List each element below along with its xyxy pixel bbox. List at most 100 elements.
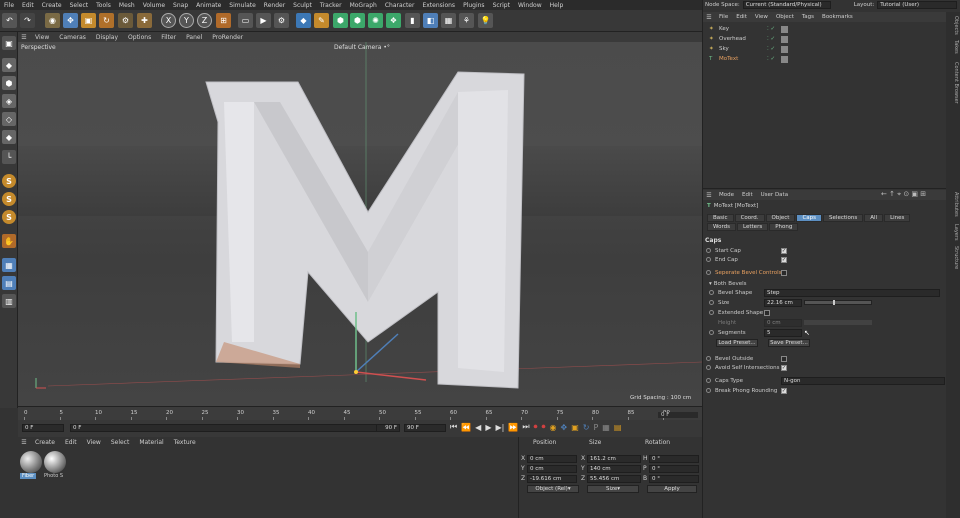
deformer-icon[interactable]: ✺ bbox=[368, 13, 383, 28]
polygons-mode-icon[interactable]: ◆ bbox=[2, 130, 16, 144]
side-tab-layers[interactable]: Layers bbox=[953, 224, 959, 241]
menu-help[interactable]: Help bbox=[546, 2, 568, 9]
rotate-key-icon[interactable]: ↻ bbox=[583, 423, 590, 432]
side-tab-content-browser[interactable]: Content Browser bbox=[953, 62, 959, 104]
material-menu-create[interactable]: Create bbox=[30, 439, 60, 446]
tab-caps[interactable]: Caps bbox=[796, 214, 823, 222]
viewport-menu-cameras[interactable]: Cameras bbox=[54, 34, 91, 41]
snap-s-icon-1[interactable]: S bbox=[2, 174, 16, 188]
scene-icon[interactable]: ▮ bbox=[405, 13, 420, 28]
size-input[interactable]: 161.2 cm bbox=[587, 455, 641, 463]
render-picture-viewer-icon[interactable]: ▶ bbox=[256, 13, 271, 28]
keyframe-icon[interactable]: ◉ bbox=[550, 423, 557, 432]
attribute-menu-mode[interactable]: Mode bbox=[715, 192, 738, 198]
menu-mograph[interactable]: MoGraph bbox=[346, 2, 381, 9]
next-key-icon[interactable]: ⏩ bbox=[508, 423, 518, 432]
menu-extensions[interactable]: Extensions bbox=[418, 2, 459, 9]
object-row-key[interactable]: ✶ Key ⁚ ✓ bbox=[703, 24, 947, 34]
object-menu-view[interactable]: View bbox=[751, 14, 772, 20]
side-tab-takes[interactable]: Takes bbox=[953, 40, 959, 54]
viewport-menu-icon[interactable]: ☰ bbox=[18, 34, 30, 41]
caps-type-select[interactable]: N-gon bbox=[781, 376, 945, 385]
menu-create[interactable]: Create bbox=[38, 2, 66, 9]
record-icon[interactable]: ⏺ bbox=[534, 422, 538, 432]
next-frame-icon[interactable]: ▶| bbox=[495, 423, 504, 432]
select-tool-icon[interactable]: ◉ bbox=[45, 13, 60, 28]
snap-s-icon-3[interactable]: S bbox=[2, 210, 16, 224]
render-view-icon[interactable]: ▭ bbox=[238, 13, 253, 28]
attribute-nav-icons[interactable]: ← ↑ ⌖ ⊙ ▣ ⊞ bbox=[881, 190, 926, 199]
z-axis-lock[interactable]: Z bbox=[197, 13, 212, 28]
menu-sculpt[interactable]: Sculpt bbox=[289, 2, 316, 9]
rotation-input[interactable]: 0 ° bbox=[649, 455, 699, 463]
break-phong-checkbox[interactable]: ✓ bbox=[781, 387, 787, 394]
load-preset-button[interactable]: Load Preset... bbox=[716, 339, 758, 347]
subdivision-icon[interactable]: ⬢ bbox=[333, 13, 348, 28]
mograph-icon[interactable]: ❖ bbox=[386, 13, 401, 28]
visibility-toggle[interactable]: ⁚ ✓ bbox=[767, 56, 775, 62]
move-key-icon[interactable]: ✥ bbox=[561, 423, 568, 432]
size-slider[interactable] bbox=[804, 300, 872, 305]
menu-plugins[interactable]: Plugins bbox=[459, 2, 489, 9]
tab-lines[interactable]: Lines bbox=[884, 214, 911, 222]
timeline-window-icon[interactable]: ▤ bbox=[614, 423, 622, 432]
position-input[interactable]: -19.616 cm bbox=[527, 475, 577, 483]
viewport-menu-view[interactable]: View bbox=[30, 34, 54, 41]
material-menu-select[interactable]: Select bbox=[106, 439, 135, 446]
cube-icon[interactable]: ◆ bbox=[296, 13, 311, 28]
viewport-menu-filter[interactable]: Filter bbox=[156, 34, 181, 41]
rotation-input[interactable]: 0 ° bbox=[649, 465, 699, 473]
model-mode-icon[interactable]: ◆ bbox=[2, 58, 16, 72]
apply-button[interactable]: Apply bbox=[647, 485, 697, 493]
viewport-menu-display[interactable]: Display bbox=[91, 34, 123, 41]
play-icon[interactable]: ▶ bbox=[485, 423, 491, 432]
param-key-icon[interactable]: P bbox=[593, 423, 598, 432]
start-cap-checkbox[interactable]: ✓ bbox=[781, 247, 787, 254]
rotation-input[interactable]: 0 ° bbox=[649, 475, 699, 483]
timeline[interactable]: 051015202530354045505560657075808590 0 F bbox=[18, 406, 702, 420]
menu-edit[interactable]: Edit bbox=[18, 2, 38, 9]
viewport-menu-prorender[interactable]: ProRender bbox=[207, 34, 248, 41]
tag-icon[interactable] bbox=[781, 55, 789, 63]
pla-key-icon[interactable]: ▦ bbox=[602, 423, 610, 432]
cloner-icon[interactable]: ⬢ bbox=[350, 13, 365, 28]
attribute-menu-user-data[interactable]: User Data bbox=[757, 192, 792, 198]
menu-animate[interactable]: Animate bbox=[192, 2, 225, 9]
current-frame-field[interactable]: 0 F bbox=[22, 424, 64, 432]
floor-icon[interactable]: ▦ bbox=[441, 13, 456, 28]
object-row-motext[interactable]: T MoText ⁚ ✓ bbox=[703, 54, 947, 64]
brush-icon[interactable]: ✋ bbox=[2, 234, 16, 248]
points-mode-icon[interactable]: ◈ bbox=[2, 94, 16, 108]
viewport-menu-options[interactable]: Options bbox=[123, 34, 156, 41]
tab-all[interactable]: All bbox=[864, 214, 884, 222]
coord-mode-select[interactable]: Object (Rel) ▾ bbox=[527, 485, 579, 493]
autokey-icon[interactable]: ⏺ bbox=[542, 422, 546, 432]
material-menu-view[interactable]: View bbox=[82, 439, 106, 446]
x-axis-lock[interactable]: X bbox=[161, 13, 176, 28]
pen-icon[interactable]: ✎ bbox=[314, 13, 329, 28]
bevel-shape-select[interactable]: Step bbox=[764, 288, 940, 297]
side-tab-structure[interactable]: Structure bbox=[953, 246, 959, 269]
position-input[interactable]: 0 cm bbox=[527, 465, 577, 473]
material-swatch-fiber[interactable] bbox=[20, 451, 42, 473]
redo-icon[interactable]: ↷ bbox=[20, 13, 35, 28]
locked-workplane-icon[interactable]: ▥ bbox=[2, 294, 16, 308]
side-tab-attributes[interactable]: Attributes bbox=[953, 192, 959, 217]
material-swatch-photo[interactable] bbox=[44, 451, 66, 473]
visibility-toggle[interactable]: ⁚ ✓ bbox=[767, 46, 775, 52]
menu-tracker[interactable]: Tracker bbox=[316, 2, 346, 9]
prev-frame-icon[interactable]: ◀ bbox=[475, 423, 481, 432]
bevel-outside-checkbox[interactable] bbox=[781, 355, 787, 362]
menu-script[interactable]: Script bbox=[489, 2, 514, 9]
y-axis-lock[interactable]: Y bbox=[179, 13, 194, 28]
object-row-sky[interactable]: ✶ Sky ⁚ ✓ bbox=[703, 44, 947, 54]
height-input[interactable]: 0 cm bbox=[764, 318, 802, 327]
tab-words[interactable]: Words bbox=[707, 223, 737, 231]
environment-icon[interactable]: ⚘ bbox=[459, 13, 474, 28]
viewport-menu-panel[interactable]: Panel bbox=[181, 34, 207, 41]
extended-shape-checkbox[interactable] bbox=[764, 309, 770, 316]
prev-key-icon[interactable]: ⏪ bbox=[461, 423, 471, 432]
attribute-menu-edit[interactable]: Edit bbox=[738, 192, 757, 198]
menu-character[interactable]: Character bbox=[381, 2, 419, 9]
separate-bevel-checkbox[interactable] bbox=[781, 269, 787, 276]
